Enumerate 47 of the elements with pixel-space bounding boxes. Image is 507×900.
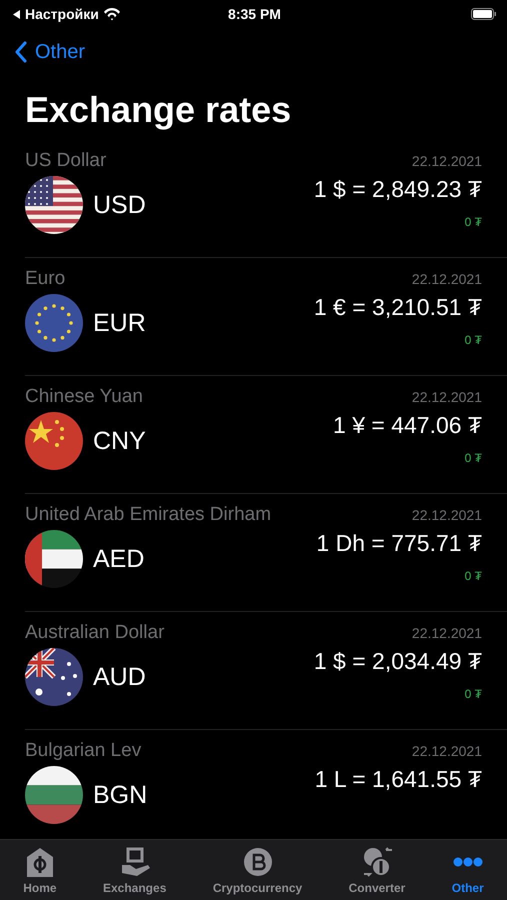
rate-change: 0 ₮ bbox=[464, 215, 482, 229]
battery-icon bbox=[471, 8, 498, 20]
exchange-rate: 1 € = 3,210.51 ₮ bbox=[314, 294, 482, 321]
currency-name: United Arab Emirates Dirham bbox=[25, 504, 272, 526]
rate-date: 22.12.2021 bbox=[412, 743, 482, 759]
currency-code: USD bbox=[93, 190, 147, 220]
currency-name: Euro bbox=[25, 268, 66, 290]
rate-date: 22.12.2021 bbox=[412, 625, 482, 641]
currency-name: Bulgarian Lev bbox=[25, 740, 142, 762]
rate-change: 0 ₮ bbox=[464, 687, 482, 701]
back-button[interactable]: Other bbox=[15, 40, 86, 64]
currency-code: AUD bbox=[93, 662, 147, 692]
exchange-rate: 1 Dh = 775.71 ₮ bbox=[316, 530, 482, 557]
clock-time: 8:35 PM bbox=[228, 6, 281, 22]
tab-button[interactable]: Other bbox=[452, 840, 484, 900]
tab-button[interactable]: Converter bbox=[348, 840, 406, 900]
back-app-link[interactable]: Настройки bbox=[25, 6, 99, 22]
currency-code: BGN bbox=[93, 780, 148, 810]
rate-change: 0 ₮ bbox=[464, 333, 482, 347]
currency-code: EUR bbox=[93, 308, 147, 338]
rate-date: 22.12.2021 bbox=[412, 271, 482, 287]
page-title: Exchange rates bbox=[25, 88, 292, 132]
exchange-rate: 1 ¥ = 447.06 ₮ bbox=[333, 412, 482, 439]
chevron-left-icon bbox=[15, 41, 27, 63]
rate-change: 0 ₮ bbox=[464, 451, 482, 465]
rate-date: 22.12.2021 bbox=[412, 507, 482, 523]
currency-name: Australian Dollar bbox=[25, 622, 164, 644]
rate-date: 22.12.2021 bbox=[412, 389, 482, 405]
bitcoin-coin-icon bbox=[242, 847, 272, 877]
exchange-rate: 1 $ = 2,849.23 ₮ bbox=[314, 176, 482, 203]
tab-button[interactable]: Exchanges bbox=[103, 840, 166, 900]
tab-button[interactable]: Home bbox=[23, 840, 57, 900]
flag-icon bbox=[25, 766, 83, 824]
exchange-rate: 1 L = 1,641.55 ₮ bbox=[314, 766, 482, 793]
back-triangle-icon bbox=[12, 8, 21, 20]
currency-code: CNY bbox=[93, 426, 147, 456]
wifi-icon bbox=[102, 7, 121, 21]
coins-arrows-icon bbox=[362, 847, 392, 877]
exchange-rate: 1 $ = 2,034.49 ₮ bbox=[314, 648, 482, 675]
currency-name: US Dollar bbox=[25, 150, 106, 172]
flag-icon bbox=[25, 530, 83, 588]
rate-change: 0 ₮ bbox=[464, 569, 482, 583]
tab-button[interactable]: Cryptocurrency bbox=[212, 840, 302, 900]
currency-code: AED bbox=[93, 544, 146, 574]
rate-date: 22.12.2021 bbox=[412, 153, 482, 169]
hand-box-icon bbox=[120, 847, 150, 877]
currency-name: Chinese Yuan bbox=[25, 386, 143, 408]
